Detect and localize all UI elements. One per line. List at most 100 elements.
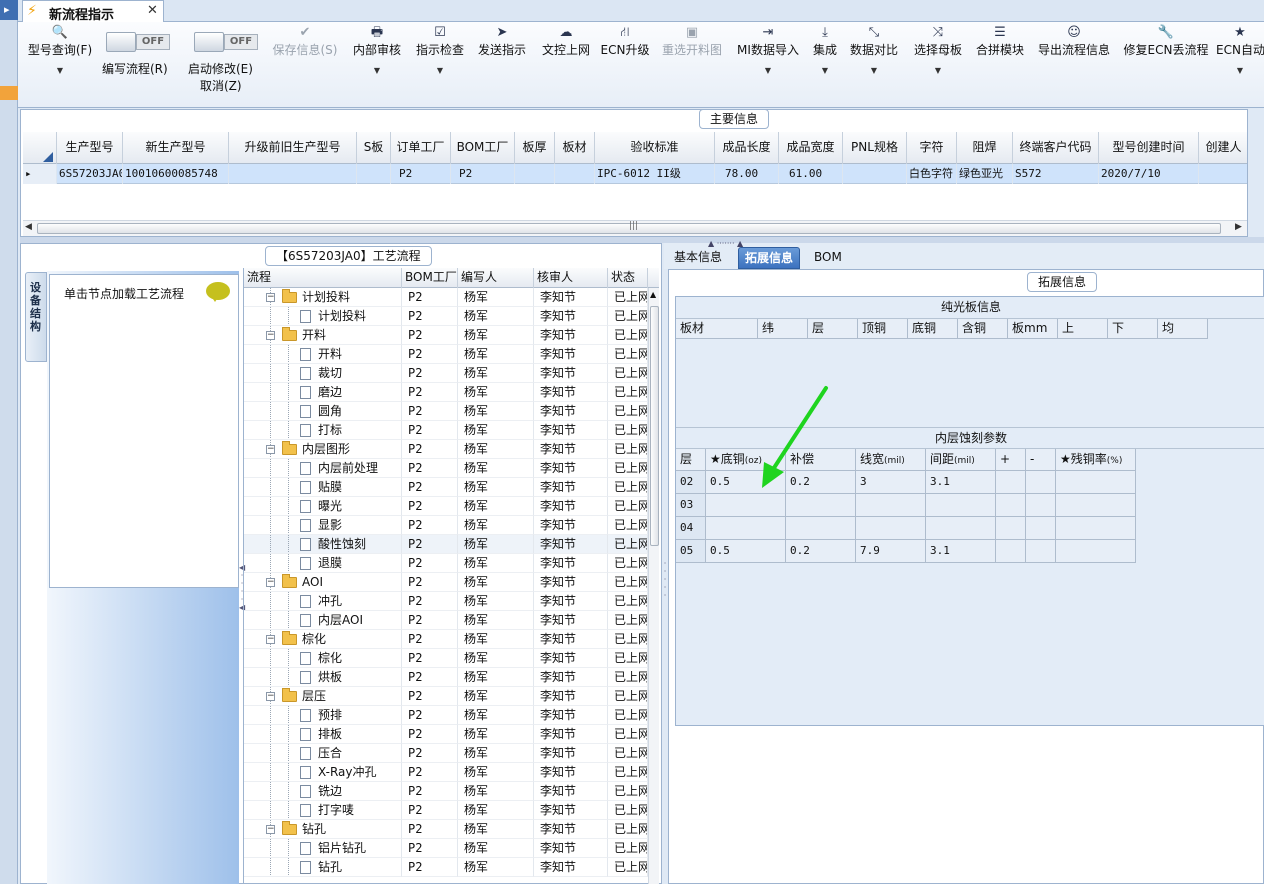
tree-cell[interactable]: 李知节 [534, 440, 608, 459]
column-header[interactable]: 字符 [907, 132, 957, 164]
tree-cell[interactable]: 杨军 [458, 440, 534, 459]
tree-node-cell[interactable]: 打标 [244, 421, 402, 440]
chevron-down-icon[interactable]: ▼ [20, 66, 100, 75]
tree-cell[interactable]: 李知节 [534, 535, 608, 554]
tree-cell[interactable]: P2 [402, 326, 458, 345]
query-button[interactable]: 🔍 型号查询(F) ▼ [20, 22, 100, 108]
column-header[interactable]: S板 [357, 132, 391, 164]
tree-cell[interactable]: 杨军 [458, 535, 534, 554]
horizontal-scrollbar[interactable]: ◀ ||| ▶ [23, 220, 1247, 236]
tree-node-cell[interactable]: 贴膜 [244, 478, 402, 497]
repair-ecn-button[interactable]: 🔧 修复ECN丢流程 [1122, 22, 1210, 108]
tree-cell[interactable]: P2 [402, 782, 458, 801]
tree-column-header[interactable]: 核审人 [534, 268, 608, 288]
pure-board-column[interactable]: 上 [1058, 319, 1108, 339]
tree-cell[interactable]: 李知节 [534, 345, 608, 364]
tree-cell[interactable]: 李知节 [534, 573, 608, 592]
tree-node-cell[interactable]: 圆角 [244, 402, 402, 421]
tree-cell[interactable]: 李知节 [534, 630, 608, 649]
tree-cell[interactable]: P2 [402, 383, 458, 402]
tree-column-header[interactable]: 状态 [608, 268, 648, 288]
tree-cell[interactable]: 杨军 [458, 459, 534, 478]
tree-cell[interactable]: 杨军 [458, 611, 534, 630]
tree-column-header[interactable]: 流程 [244, 268, 402, 288]
tree-row[interactable]: 贴膜 P2 杨军 李知节 已上网 [244, 478, 648, 497]
param-cell[interactable]: 0.2 [786, 471, 856, 494]
pure-board-column[interactable]: 板材 [676, 319, 758, 339]
tree-row[interactable]: 曝光 P2 杨军 李知节 已上网 [244, 497, 648, 516]
tree-row[interactable]: 钻孔 P2 杨军 李知节 已上网 [244, 858, 648, 877]
param-cell[interactable] [996, 517, 1026, 540]
tree-cell[interactable]: 杨军 [458, 649, 534, 668]
tree-cell[interactable]: 杨军 [458, 630, 534, 649]
table-cell[interactable]: 白色字符 [907, 164, 957, 184]
table-cell[interactable] [1199, 164, 1247, 184]
tree-cell[interactable]: 已上网 [608, 364, 648, 383]
column-header[interactable]: 创建人 [1199, 132, 1247, 164]
tree-cell[interactable]: P2 [402, 459, 458, 478]
tree-row[interactable]: 压合 P2 杨军 李知节 已上网 [244, 744, 648, 763]
send-instruction-button[interactable]: ➤ 发送指示 [474, 22, 530, 108]
inner-etch-column[interactable]: 层 [676, 449, 706, 471]
tree-cell[interactable]: 已上网 [608, 459, 648, 478]
tree-node-cell[interactable]: 酸性蚀刻 [244, 535, 402, 554]
tree-cell[interactable]: 杨军 [458, 326, 534, 345]
tree-cell[interactable]: 已上网 [608, 801, 648, 820]
tree-cell[interactable]: 已上网 [608, 497, 648, 516]
chevron-down-icon[interactable]: ▼ [732, 66, 804, 75]
tree-row[interactable]: − 层压 P2 杨军 李知节 已上网 [244, 687, 648, 706]
tree-row[interactable]: − AOI P2 杨军 李知节 已上网 [244, 573, 648, 592]
tree-row[interactable]: 内层AOI P2 杨军 李知节 已上网 [244, 611, 648, 630]
column-header[interactable]: 阻焊 [957, 132, 1013, 164]
collapse-icon[interactable]: − [266, 825, 275, 834]
table-cell[interactable]: 2020/7/10 [1099, 164, 1199, 184]
tree-cell[interactable]: 李知节 [534, 782, 608, 801]
inner-etch-column[interactable]: - [1026, 449, 1056, 471]
inner-etch-column[interactable]: 线宽(mil) [856, 449, 926, 471]
tree-cell[interactable]: 李知节 [534, 459, 608, 478]
tree-cell[interactable]: P2 [402, 649, 458, 668]
collapse-icon[interactable]: − [266, 635, 275, 644]
tree-node-cell[interactable]: 显影 [244, 516, 402, 535]
tree-cell[interactable]: 李知节 [534, 421, 608, 440]
param-cell[interactable] [926, 494, 996, 517]
tree-cell[interactable]: 已上网 [608, 592, 648, 611]
tree-row[interactable]: 圆角 P2 杨军 李知节 已上网 [244, 402, 648, 421]
tree-node-cell[interactable]: 烘板 [244, 668, 402, 687]
tree-row[interactable]: 冲孔 P2 杨军 李知节 已上网 [244, 592, 648, 611]
tree-cell[interactable]: P2 [402, 402, 458, 421]
tree-cell[interactable]: 李知节 [534, 611, 608, 630]
tree-row[interactable]: − 计划投料 P2 杨军 李知节 已上网 [244, 288, 648, 307]
collapse-icon[interactable]: − [266, 578, 275, 587]
param-cell[interactable]: 3.1 [926, 471, 996, 494]
pure-board-column[interactable]: 下 [1108, 319, 1158, 339]
tree-cell[interactable]: 杨军 [458, 592, 534, 611]
tree-cell[interactable]: 杨军 [458, 668, 534, 687]
tree-node-cell[interactable]: 内层AOI [244, 611, 402, 630]
tree-cell[interactable]: 杨军 [458, 478, 534, 497]
tree-row[interactable]: 打标 P2 杨军 李知节 已上网 [244, 421, 648, 440]
tree-cell[interactable]: 李知节 [534, 858, 608, 877]
tree-row[interactable]: 显影 P2 杨军 李知节 已上网 [244, 516, 648, 535]
tree-node-cell[interactable]: 曝光 [244, 497, 402, 516]
column-header[interactable]: 生产型号 [57, 132, 123, 164]
param-cell[interactable] [706, 494, 786, 517]
tree-cell[interactable]: 已上网 [608, 440, 648, 459]
tree-cell[interactable]: P2 [402, 478, 458, 497]
column-header[interactable]: 验收标准 [595, 132, 715, 164]
tree-node-cell[interactable]: 预排 [244, 706, 402, 725]
start-modify-toggle[interactable]: OFF [194, 32, 260, 52]
tree-cell[interactable]: P2 [402, 440, 458, 459]
column-header[interactable]: 板厚 [515, 132, 555, 164]
table-cell[interactable] [555, 164, 595, 184]
table-cell[interactable]: 6S57203JA0 [57, 164, 123, 184]
chevron-down-icon[interactable]: ▼ [846, 66, 902, 75]
table-cell[interactable]: 61.00 [779, 164, 843, 184]
chevron-down-icon[interactable]: ▼ [412, 66, 468, 75]
pure-board-column[interactable]: 层 [808, 319, 858, 339]
tree-cell[interactable]: P2 [402, 611, 458, 630]
tree-row[interactable]: − 内层图形 P2 杨军 李知节 已上网 [244, 440, 648, 459]
tree-cell[interactable]: 已上网 [608, 478, 648, 497]
tree-node-cell[interactable]: − 棕化 [244, 630, 402, 649]
tree-cell[interactable]: P2 [402, 535, 458, 554]
